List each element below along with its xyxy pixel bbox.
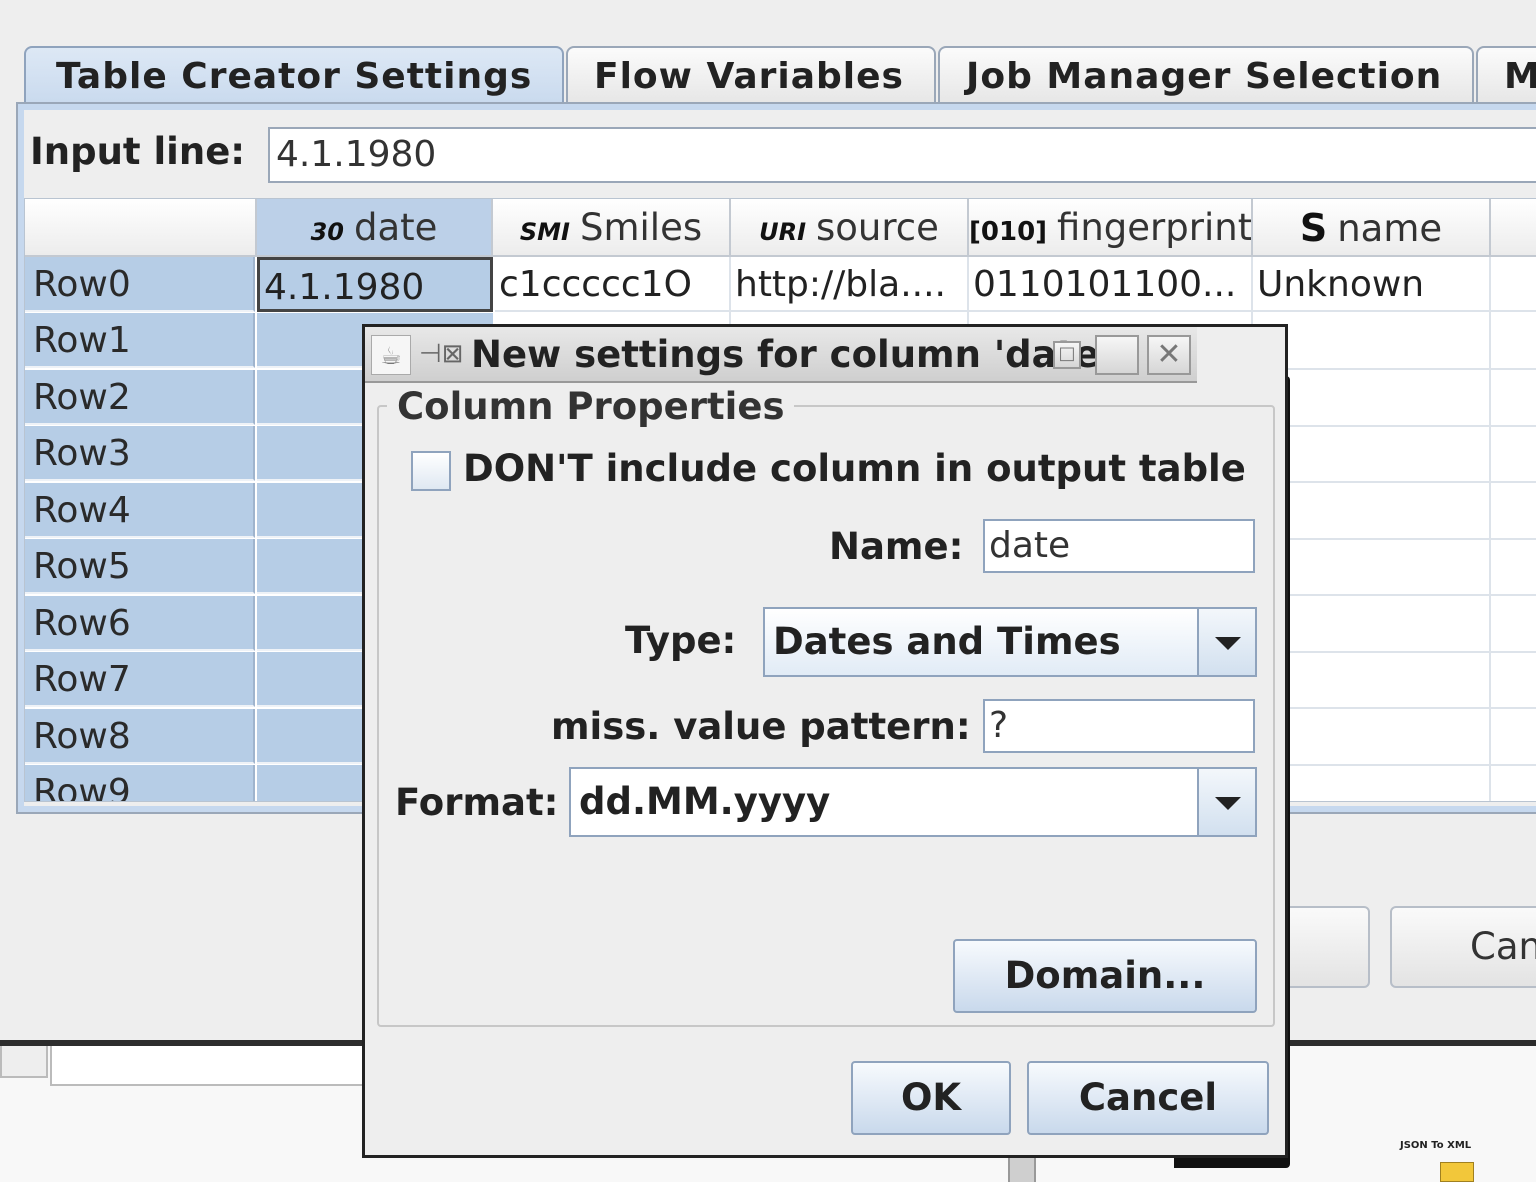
row-header[interactable]: Row3 bbox=[25, 426, 255, 481]
column-header-label: fingerprint bbox=[1057, 206, 1253, 249]
corner-header bbox=[25, 199, 257, 257]
exclude-column-checkbox[interactable] bbox=[411, 451, 451, 491]
connector-pipe bbox=[1008, 1158, 1036, 1182]
java-cup-icon: ☕ bbox=[371, 335, 411, 375]
input-line-field[interactable]: 4.1.1980 bbox=[268, 127, 1536, 183]
calendar-icon: 30 bbox=[310, 218, 344, 246]
name-field[interactable]: date bbox=[983, 519, 1255, 573]
format-combo-value: dd.MM.yyyy bbox=[579, 780, 831, 823]
format-label: Format: bbox=[395, 781, 559, 824]
chevron-down-icon[interactable] bbox=[1197, 769, 1255, 835]
type-select[interactable]: Dates and Times bbox=[763, 607, 1257, 677]
column-header-label: date bbox=[353, 206, 438, 249]
group-title: Column Properties bbox=[387, 385, 795, 428]
table-cell-smiles[interactable]: c1ccccc1O bbox=[495, 257, 731, 312]
input-line-label: Input line: bbox=[30, 130, 246, 173]
ok-button[interactable]: OK bbox=[851, 1061, 1011, 1135]
table-cell-empty[interactable] bbox=[1491, 257, 1536, 312]
row-header[interactable]: Row6 bbox=[25, 596, 255, 651]
dialog-titlebar[interactable]: ☕ ⊣⊠ New settings for column 'date' □ ✕ bbox=[365, 327, 1197, 383]
minimize-icon[interactable]: □ bbox=[1053, 341, 1081, 369]
column-header-empty[interactable] bbox=[1491, 199, 1536, 257]
tab-more[interactable]: M bbox=[1476, 46, 1536, 104]
bottom-tab[interactable] bbox=[0, 1046, 48, 1078]
table-cell-fingerprint[interactable]: 0110101100... bbox=[969, 257, 1253, 312]
bitvector-icon: [010] bbox=[969, 217, 1048, 247]
exclude-column-label[interactable]: DON'T include column in output table bbox=[463, 447, 1246, 490]
column-header-label: source bbox=[816, 206, 939, 249]
column-header-source[interactable]: URI source bbox=[731, 199, 969, 257]
bottom-field[interactable] bbox=[50, 1046, 380, 1086]
column-header-name[interactable]: Sname bbox=[1253, 199, 1491, 257]
row-header[interactable]: Row0 bbox=[25, 257, 255, 312]
column-header-label: name bbox=[1337, 207, 1443, 250]
node-icon[interactable] bbox=[1440, 1162, 1474, 1182]
dialog-title: New settings for column 'date' bbox=[471, 333, 1111, 376]
cancel-button[interactable]: Cancel bbox=[1027, 1061, 1269, 1135]
chevron-down-icon[interactable] bbox=[1197, 609, 1255, 675]
maximize-icon[interactable] bbox=[1095, 335, 1139, 375]
table-cell-date[interactable]: 4.1.1980 bbox=[257, 257, 493, 312]
type-label: Type: bbox=[625, 619, 737, 662]
uri-icon: URI bbox=[759, 218, 807, 246]
settings-tabbar: Table Creator Settings Flow Variables Jo… bbox=[18, 46, 1536, 104]
table-cell-name[interactable]: Unknown bbox=[1253, 257, 1491, 312]
row-header[interactable]: Row8 bbox=[25, 709, 255, 764]
row-header[interactable]: Row9 bbox=[25, 765, 255, 801]
column-settings-dialog: ☕ ⊣⊠ New settings for column 'date' □ ✕ … bbox=[362, 324, 1288, 1158]
tab-job-manager-selection[interactable]: Job Manager Selection bbox=[938, 46, 1474, 104]
missing-value-field[interactable]: ? bbox=[983, 699, 1255, 753]
grid-line bbox=[1489, 257, 1491, 801]
column-header-date[interactable]: 30 date bbox=[257, 199, 493, 257]
close-icon[interactable]: ✕ bbox=[1147, 335, 1191, 375]
table-cell-source[interactable]: http://bla.... bbox=[731, 257, 969, 312]
node-label: JSON To XML bbox=[1400, 1140, 1472, 1151]
row-header[interactable]: Row1 bbox=[25, 313, 255, 368]
smiles-icon: SMI bbox=[519, 218, 570, 246]
row-header[interactable]: Row4 bbox=[25, 483, 255, 538]
tab-table-creator-settings[interactable]: Table Creator Settings bbox=[24, 46, 564, 104]
column-header-smiles[interactable]: SMI Smiles bbox=[493, 199, 731, 257]
tab-flow-variables[interactable]: Flow Variables bbox=[566, 46, 936, 104]
table-header: 30 date SMI Smiles URI source [010] fingerpr… bbox=[25, 199, 1536, 257]
column-header-fingerprint[interactable]: [010] fingerprint bbox=[969, 199, 1253, 257]
name-label: Name: bbox=[829, 525, 964, 568]
column-header-label: Smiles bbox=[579, 206, 703, 249]
pin-icon[interactable]: ⊣⊠ bbox=[419, 339, 463, 369]
string-icon: S bbox=[1299, 206, 1328, 250]
row-header[interactable]: Row2 bbox=[25, 370, 255, 425]
format-combo[interactable]: dd.MM.yyyy bbox=[569, 767, 1257, 837]
missing-value-label: miss. value pattern: bbox=[551, 705, 971, 748]
domain-button[interactable]: Domain... bbox=[953, 939, 1257, 1013]
row-header[interactable]: Row5 bbox=[25, 539, 255, 594]
type-select-value: Dates and Times bbox=[773, 620, 1121, 663]
background-cancel-button[interactable]: Can bbox=[1390, 906, 1536, 988]
row-header[interactable]: Row7 bbox=[25, 652, 255, 707]
